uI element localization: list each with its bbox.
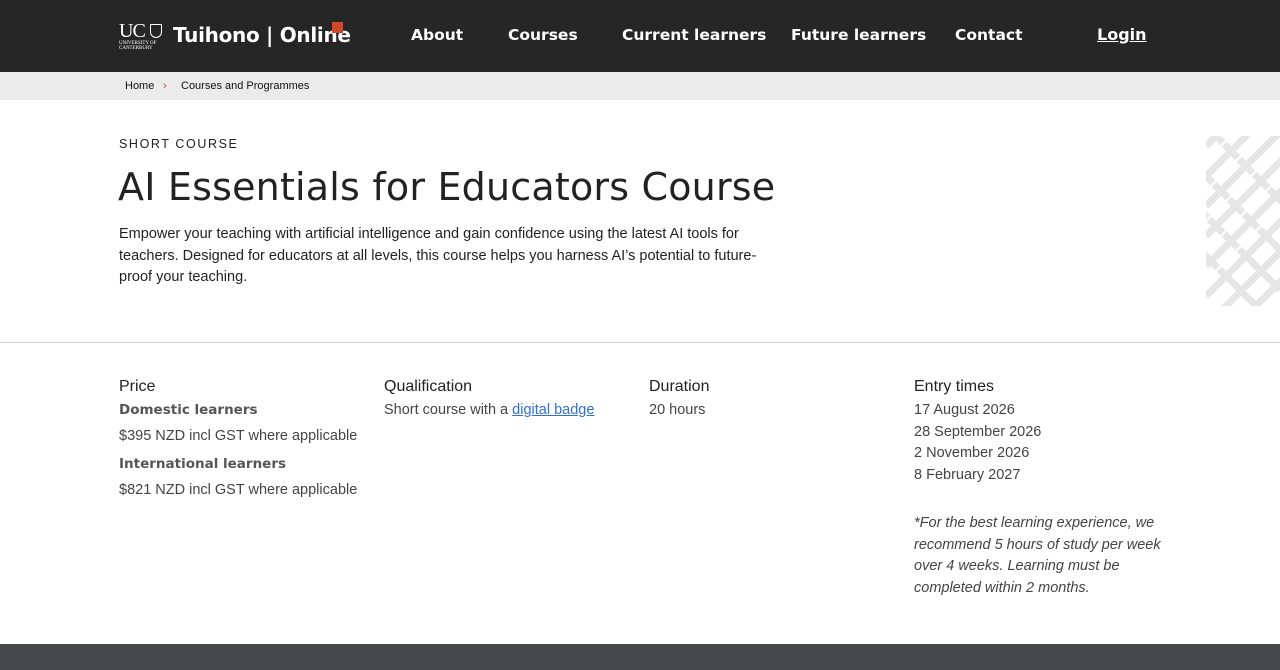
entry-date: 8 February 2027 — [914, 466, 1021, 483]
entry-times-section: Entry times 17 August 2026 28 September … — [914, 376, 1164, 599]
international-price: $821 NZD incl GST where applicable — [119, 481, 358, 498]
nav-contact[interactable]: Contact — [955, 24, 1023, 46]
crest-icon — [150, 24, 162, 38]
duration-heading: Duration — [649, 378, 710, 395]
qualification-description: Short course with a — [384, 402, 513, 418]
domestic-label: Domestic learners — [119, 402, 258, 418]
uc-logo-subtitle: UNIVERSITY OF CANTERBURY — [119, 41, 157, 51]
page-title: AI Essentials for Educators Course — [118, 165, 776, 209]
qualification-heading: Qualification — [384, 378, 473, 395]
international-label: International learners — [119, 455, 287, 472]
breadcrumb-home[interactable]: Home — [125, 79, 154, 93]
digital-badge-link[interactable]: digital badge — [512, 402, 594, 418]
login-link[interactable]: Login — [1097, 24, 1147, 46]
nav-future-learners[interactable]: Future learners — [791, 24, 926, 46]
nav-current-learners[interactable]: Current learners — [622, 24, 766, 46]
chevron-right-icon: › — [163, 80, 167, 92]
uc-logo: UC UNIVERSITY OF CANTERBURY — [119, 21, 165, 51]
site-header: UC UNIVERSITY OF CANTERBURY Tuihono | On… — [0, 0, 1280, 72]
footer-band — [0, 644, 1280, 670]
site-logo[interactable]: UC UNIVERSITY OF CANTERBURY Tuihono | On… — [119, 20, 351, 52]
duration-section: Duration 20 hours — [649, 376, 709, 422]
nav-about[interactable]: About — [411, 24, 463, 46]
breadcrumb-current[interactable]: Courses and Programmes — [181, 79, 309, 93]
decorative-pattern-icon — [1206, 136, 1280, 306]
price-section: Price Domestic learners $395 NZD incl GS… — [119, 376, 357, 501]
brand-accent-square — [332, 22, 343, 33]
domestic-price: $395 NZD incl GST where applicable — [119, 428, 358, 444]
entry-times-heading: Entry times — [914, 378, 995, 395]
brand-name: Tuihono | Online — [173, 23, 351, 47]
qualification-section: Qualification Short course with a digita… — [384, 376, 594, 422]
breadcrumb: Home › Courses and Programmes — [0, 72, 1280, 100]
entry-date: 28 September 2026 — [914, 423, 1042, 440]
price-heading: Price — [119, 378, 156, 395]
uc-logo-letters: UC — [119, 20, 146, 42]
nav-courses[interactable]: Courses — [508, 24, 578, 46]
qualification-text: Short course with a digital badge — [384, 400, 594, 422]
course-type-label: SHORT COURSE — [119, 137, 239, 151]
entry-date: 2 November 2026 — [914, 445, 1030, 461]
study-recommendation-note: *For the best learning experience, we re… — [914, 515, 1161, 596]
entry-date: 17 August 2026 — [914, 402, 1015, 418]
section-divider — [0, 342, 1280, 343]
course-intro: Empower your teaching with artificial in… — [119, 226, 757, 285]
duration-value: 20 hours — [649, 402, 706, 418]
